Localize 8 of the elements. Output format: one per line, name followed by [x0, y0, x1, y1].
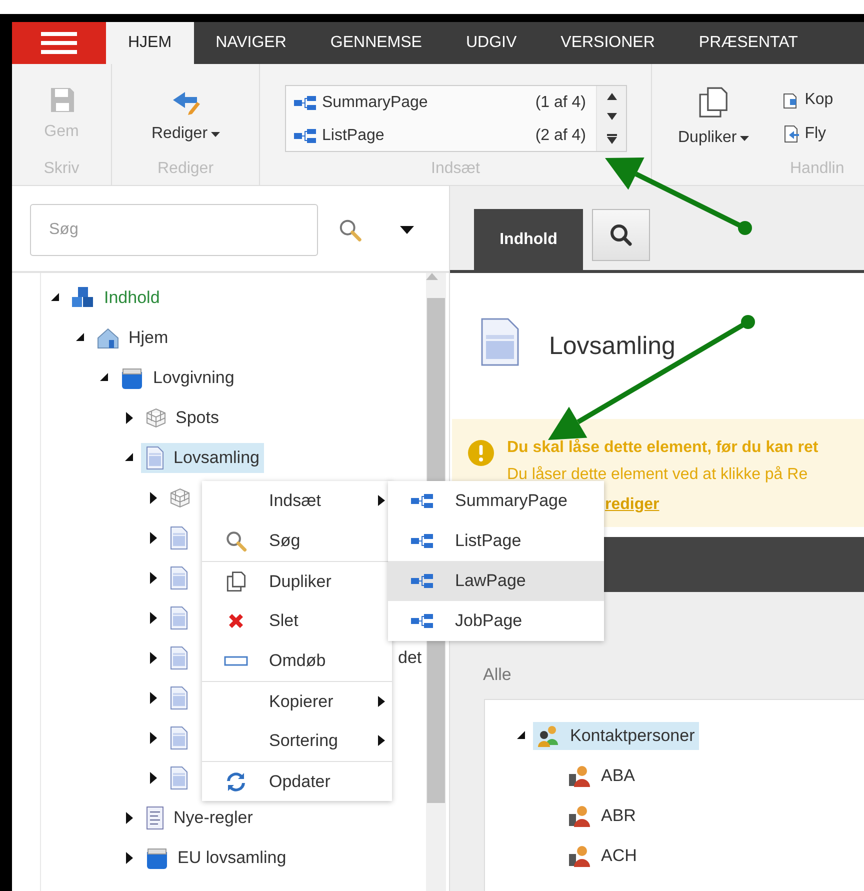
- group-label: Handlin: [789, 160, 846, 179]
- item-title: Lovsamling: [549, 332, 676, 361]
- group-label: Rediger: [156, 160, 215, 179]
- group-label: Indsæt: [430, 160, 481, 179]
- filter-label: Alle: [483, 665, 512, 686]
- warning-title: Du skal låse dette element, før du kan ret: [507, 439, 818, 458]
- warning-text: Du låser dette element ved at klikke på Re: [507, 466, 809, 485]
- group-label: Skriv: [42, 160, 80, 179]
